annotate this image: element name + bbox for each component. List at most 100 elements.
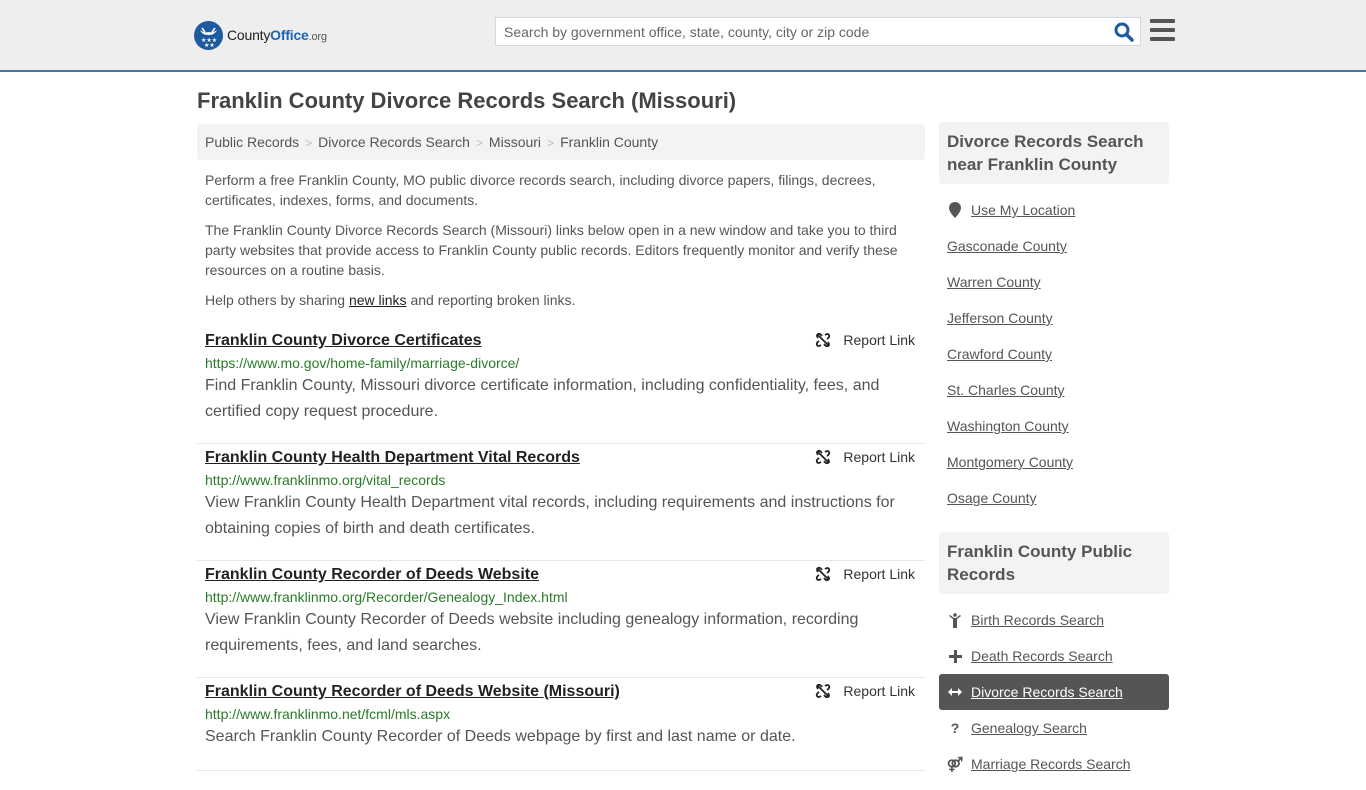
nearby-county-link[interactable]: Gasconade County — [947, 238, 1067, 254]
report-link-button[interactable]: Report Link — [815, 332, 915, 348]
report-link-button[interactable]: Report Link — [815, 683, 915, 699]
sidebar-item-death-records[interactable]: Death Records Search — [939, 638, 1169, 674]
cross-icon — [947, 649, 963, 663]
intro-paragraph-3: Help others by sharing new links and rep… — [205, 290, 920, 310]
nearby-county-link[interactable]: St. Charles County — [947, 382, 1065, 398]
nearby-county-item[interactable]: Jefferson County — [939, 300, 1169, 336]
broken-link-icon — [816, 566, 831, 582]
report-link-label: Report Link — [843, 449, 915, 465]
page-title: Franklin County Divorce Records Search (… — [197, 88, 737, 113]
death-records-link[interactable]: Death Records Search — [971, 648, 1113, 664]
use-my-location-link[interactable]: Use My Location — [971, 202, 1075, 218]
search-input[interactable] — [496, 18, 1106, 45]
result-title-link[interactable]: Franklin County Recorder of Deeds Websit… — [205, 566, 539, 584]
result-title-link[interactable]: Franklin County Health Department Vital … — [205, 449, 580, 467]
result-url: https://www.mo.gov/home-family/marriage-… — [205, 355, 520, 371]
results-list: Franklin County Divorce Certificates Rep… — [197, 327, 925, 771]
result-description: Search Franklin County Recorder of Deeds… — [205, 728, 796, 745]
result-item: Franklin County Recorder of Deeds Websit… — [197, 678, 925, 771]
hamburger-menu-button[interactable] — [1150, 19, 1175, 41]
new-links-link[interactable]: new links — [349, 292, 407, 308]
intro-paragraph-1: Perform a free Franklin County, MO publi… — [205, 172, 876, 208]
result-url: http://www.franklinmo.org/vital_records — [205, 472, 446, 488]
search-box — [495, 17, 1141, 46]
result-item: Franklin County Health Department Vital … — [197, 444, 925, 561]
nearby-county-link[interactable]: Crawford County — [947, 346, 1052, 362]
question-icon: ? — [950, 720, 960, 736]
menu-bar-icon — [1150, 19, 1175, 23]
logo-text-tld: .org — [308, 31, 327, 43]
nearby-heading: Divorce Records Search near Franklin Cou… — [939, 122, 1169, 184]
nearby-county-item[interactable]: Washington County — [939, 408, 1169, 444]
intro-text-fragment: Help others by sharing — [205, 292, 349, 308]
menu-bar-icon — [1150, 37, 1175, 41]
eagle-stars-logo-icon: ★★★ ★★ — [194, 20, 223, 50]
breadcrumb: Public Records > Divorce Records Search > Mi… — [197, 124, 925, 160]
nearby-counties-list: Use My Location Gasconade County Warren … — [939, 184, 1169, 524]
nearby-county-link[interactable]: Washington County — [947, 418, 1069, 434]
search-icon — [1114, 22, 1134, 42]
public-records-heading: Franklin County Public Records — [939, 532, 1169, 594]
report-link-label: Report Link — [843, 566, 915, 582]
nearby-county-item[interactable]: Osage County — [939, 480, 1169, 516]
result-url: http://www.franklinmo.org/Recorder/Genea… — [205, 589, 568, 605]
sidebar-item-birth-records[interactable]: Birth Records Search — [939, 602, 1169, 638]
result-item: Franklin County Recorder of Deeds Websit… — [197, 561, 925, 678]
report-link-button[interactable]: Report Link — [815, 566, 915, 582]
report-link-label: Report Link — [843, 332, 915, 348]
logo-wordmark: CountyOffice.org — [227, 27, 327, 43]
nearby-county-item[interactable]: Montgomery County — [939, 444, 1169, 480]
report-link-label: Report Link — [843, 683, 915, 699]
result-description: View Franklin County Recorder of Deeds w… — [205, 611, 859, 654]
child-icon — [947, 612, 963, 628]
result-item: Franklin County Divorce Certificates Rep… — [197, 327, 925, 444]
intro-paragraph-2: The Franklin County Divorce Records Sear… — [205, 222, 898, 278]
marriage-records-link[interactable]: Marriage Records Search — [971, 756, 1131, 772]
breadcrumb-public-records[interactable]: Public Records — [205, 134, 299, 150]
public-records-list: Birth Records Search Death Records Searc… — [939, 594, 1169, 790]
intro-text-fragment: and reporting broken links. — [406, 292, 576, 308]
result-title-link[interactable]: Franklin County Divorce Certificates — [205, 332, 482, 350]
report-link-button[interactable]: Report Link — [815, 449, 915, 465]
svg-text:★★: ★★ — [204, 42, 215, 49]
logo-text-office: Office — [270, 27, 309, 43]
nearby-county-link[interactable]: Montgomery County — [947, 454, 1073, 470]
nearby-county-item[interactable]: Crawford County — [939, 336, 1169, 372]
nearby-county-link[interactable]: Warren County — [947, 274, 1041, 290]
breadcrumb-franklin-county[interactable]: Franklin County — [560, 134, 658, 150]
broken-link-icon — [816, 449, 831, 465]
search-button[interactable] — [1114, 22, 1134, 42]
nearby-county-item[interactable]: Gasconade County — [939, 228, 1169, 264]
result-title-link[interactable]: Franklin County Recorder of Deeds Websit… — [205, 683, 620, 701]
site-header: ★★★ ★★ CountyOffice.org — [0, 0, 1366, 72]
divorce-records-link[interactable]: Divorce Records Search — [971, 684, 1123, 700]
birth-records-link[interactable]: Birth Records Search — [971, 612, 1104, 628]
result-description: Find Franklin County, Missouri divorce c… — [205, 377, 880, 420]
nearby-county-link[interactable]: Jefferson County — [947, 310, 1053, 326]
sidebar-item-marriage-records[interactable]: ⚤ Marriage Records Search — [939, 746, 1169, 782]
menu-bar-icon — [1150, 28, 1175, 32]
map-marker-icon — [947, 202, 963, 218]
breadcrumb-separator: > — [547, 136, 555, 150]
use-my-location-item[interactable]: Use My Location — [939, 192, 1169, 228]
arrows-horizontal-icon — [947, 687, 963, 697]
sidebar-item-divorce-records[interactable]: Divorce Records Search — [939, 674, 1169, 710]
genealogy-search-link[interactable]: Genealogy Search — [971, 720, 1087, 736]
breadcrumb-divorce-records-search[interactable]: Divorce Records Search — [318, 134, 470, 150]
breadcrumb-missouri[interactable]: Missouri — [489, 134, 541, 150]
sidebar-item-genealogy[interactable]: ? Genealogy Search — [939, 710, 1169, 746]
nearby-county-link[interactable]: Osage County — [947, 490, 1037, 506]
result-description: View Franklin County Health Department v… — [205, 494, 895, 537]
nearby-county-item[interactable]: Warren County — [939, 264, 1169, 300]
result-url: http://www.franklinmo.net/fcml/mls.aspx — [205, 706, 451, 722]
breadcrumb-separator: > — [475, 136, 483, 150]
nearby-county-item[interactable]: St. Charles County — [939, 372, 1169, 408]
broken-link-icon — [816, 332, 831, 348]
logo-text-county: County — [227, 27, 271, 43]
broken-link-icon — [816, 683, 831, 699]
breadcrumb-separator: > — [305, 136, 313, 150]
intro-text: Perform a free Franklin County, MO publi… — [205, 170, 920, 320]
site-logo[interactable]: ★★★ ★★ CountyOffice.org — [194, 20, 327, 50]
sidebar: Divorce Records Search near Franklin Cou… — [939, 122, 1169, 790]
gender-icon: ⚤ — [946, 755, 964, 772]
